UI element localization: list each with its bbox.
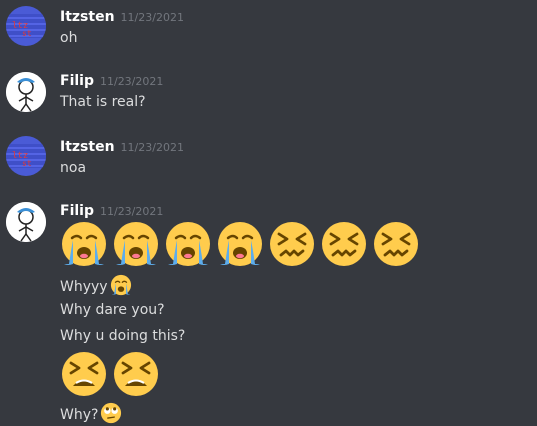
loudly-crying-face-icon[interactable]: [60, 220, 108, 268]
message-text: That is real?: [60, 94, 146, 110]
avatar-filip[interactable]: [6, 202, 46, 242]
face-with-rolling-eyes-icon[interactable]: [100, 402, 122, 424]
timestamp[interactable]: 11/23/2021: [100, 205, 163, 218]
timestamp[interactable]: 11/23/2021: [100, 75, 163, 88]
confounded-face-icon[interactable]: [320, 220, 368, 268]
message-text: noa: [60, 160, 87, 176]
message-text: Why?: [60, 407, 99, 423]
message-header: Itzsten 11/23/2021: [60, 8, 184, 27]
author-name[interactable]: Itzsten: [60, 9, 115, 25]
message-line: Why?: [60, 402, 122, 425]
message-header: Itzsten 11/23/2021: [60, 138, 184, 157]
message-text: Whyyy: [60, 279, 108, 295]
message-header: Filip 11/23/2021: [60, 202, 163, 221]
avatar-filip[interactable]: [6, 72, 46, 112]
confounded-face-icon[interactable]: [372, 220, 420, 268]
author-name[interactable]: Filip: [60, 203, 94, 219]
author-name[interactable]: Filip: [60, 73, 94, 89]
avatar-itzsten[interactable]: ltz st: [6, 136, 46, 176]
message-text: oh: [60, 30, 78, 46]
message-header: Filip 11/23/2021: [60, 72, 163, 91]
tired-face-icon[interactable]: [112, 350, 160, 398]
loudly-crying-face-icon[interactable]: [216, 220, 264, 268]
message-text: Why u doing this?: [60, 328, 186, 344]
message-line: Whyyy: [60, 274, 132, 297]
svg-text:st: st: [22, 159, 32, 168]
loudly-crying-face-icon[interactable]: [112, 220, 160, 268]
loudly-crying-face-icon[interactable]: [110, 274, 132, 296]
tired-face-icon[interactable]: [60, 350, 108, 398]
chat-messages: ltz st Itzsten 11/23/2021 oh Filip 11/23/2…: [0, 0, 537, 426]
timestamp[interactable]: 11/23/2021: [121, 11, 184, 24]
author-name[interactable]: Itzsten: [60, 139, 115, 155]
avatar-itzsten[interactable]: ltz st: [6, 6, 46, 46]
timestamp[interactable]: 11/23/2021: [121, 141, 184, 154]
loudly-crying-face-icon[interactable]: [164, 220, 212, 268]
message-text: Why dare you?: [60, 302, 165, 318]
svg-text:st: st: [22, 29, 32, 38]
confounded-face-icon[interactable]: [268, 220, 316, 268]
